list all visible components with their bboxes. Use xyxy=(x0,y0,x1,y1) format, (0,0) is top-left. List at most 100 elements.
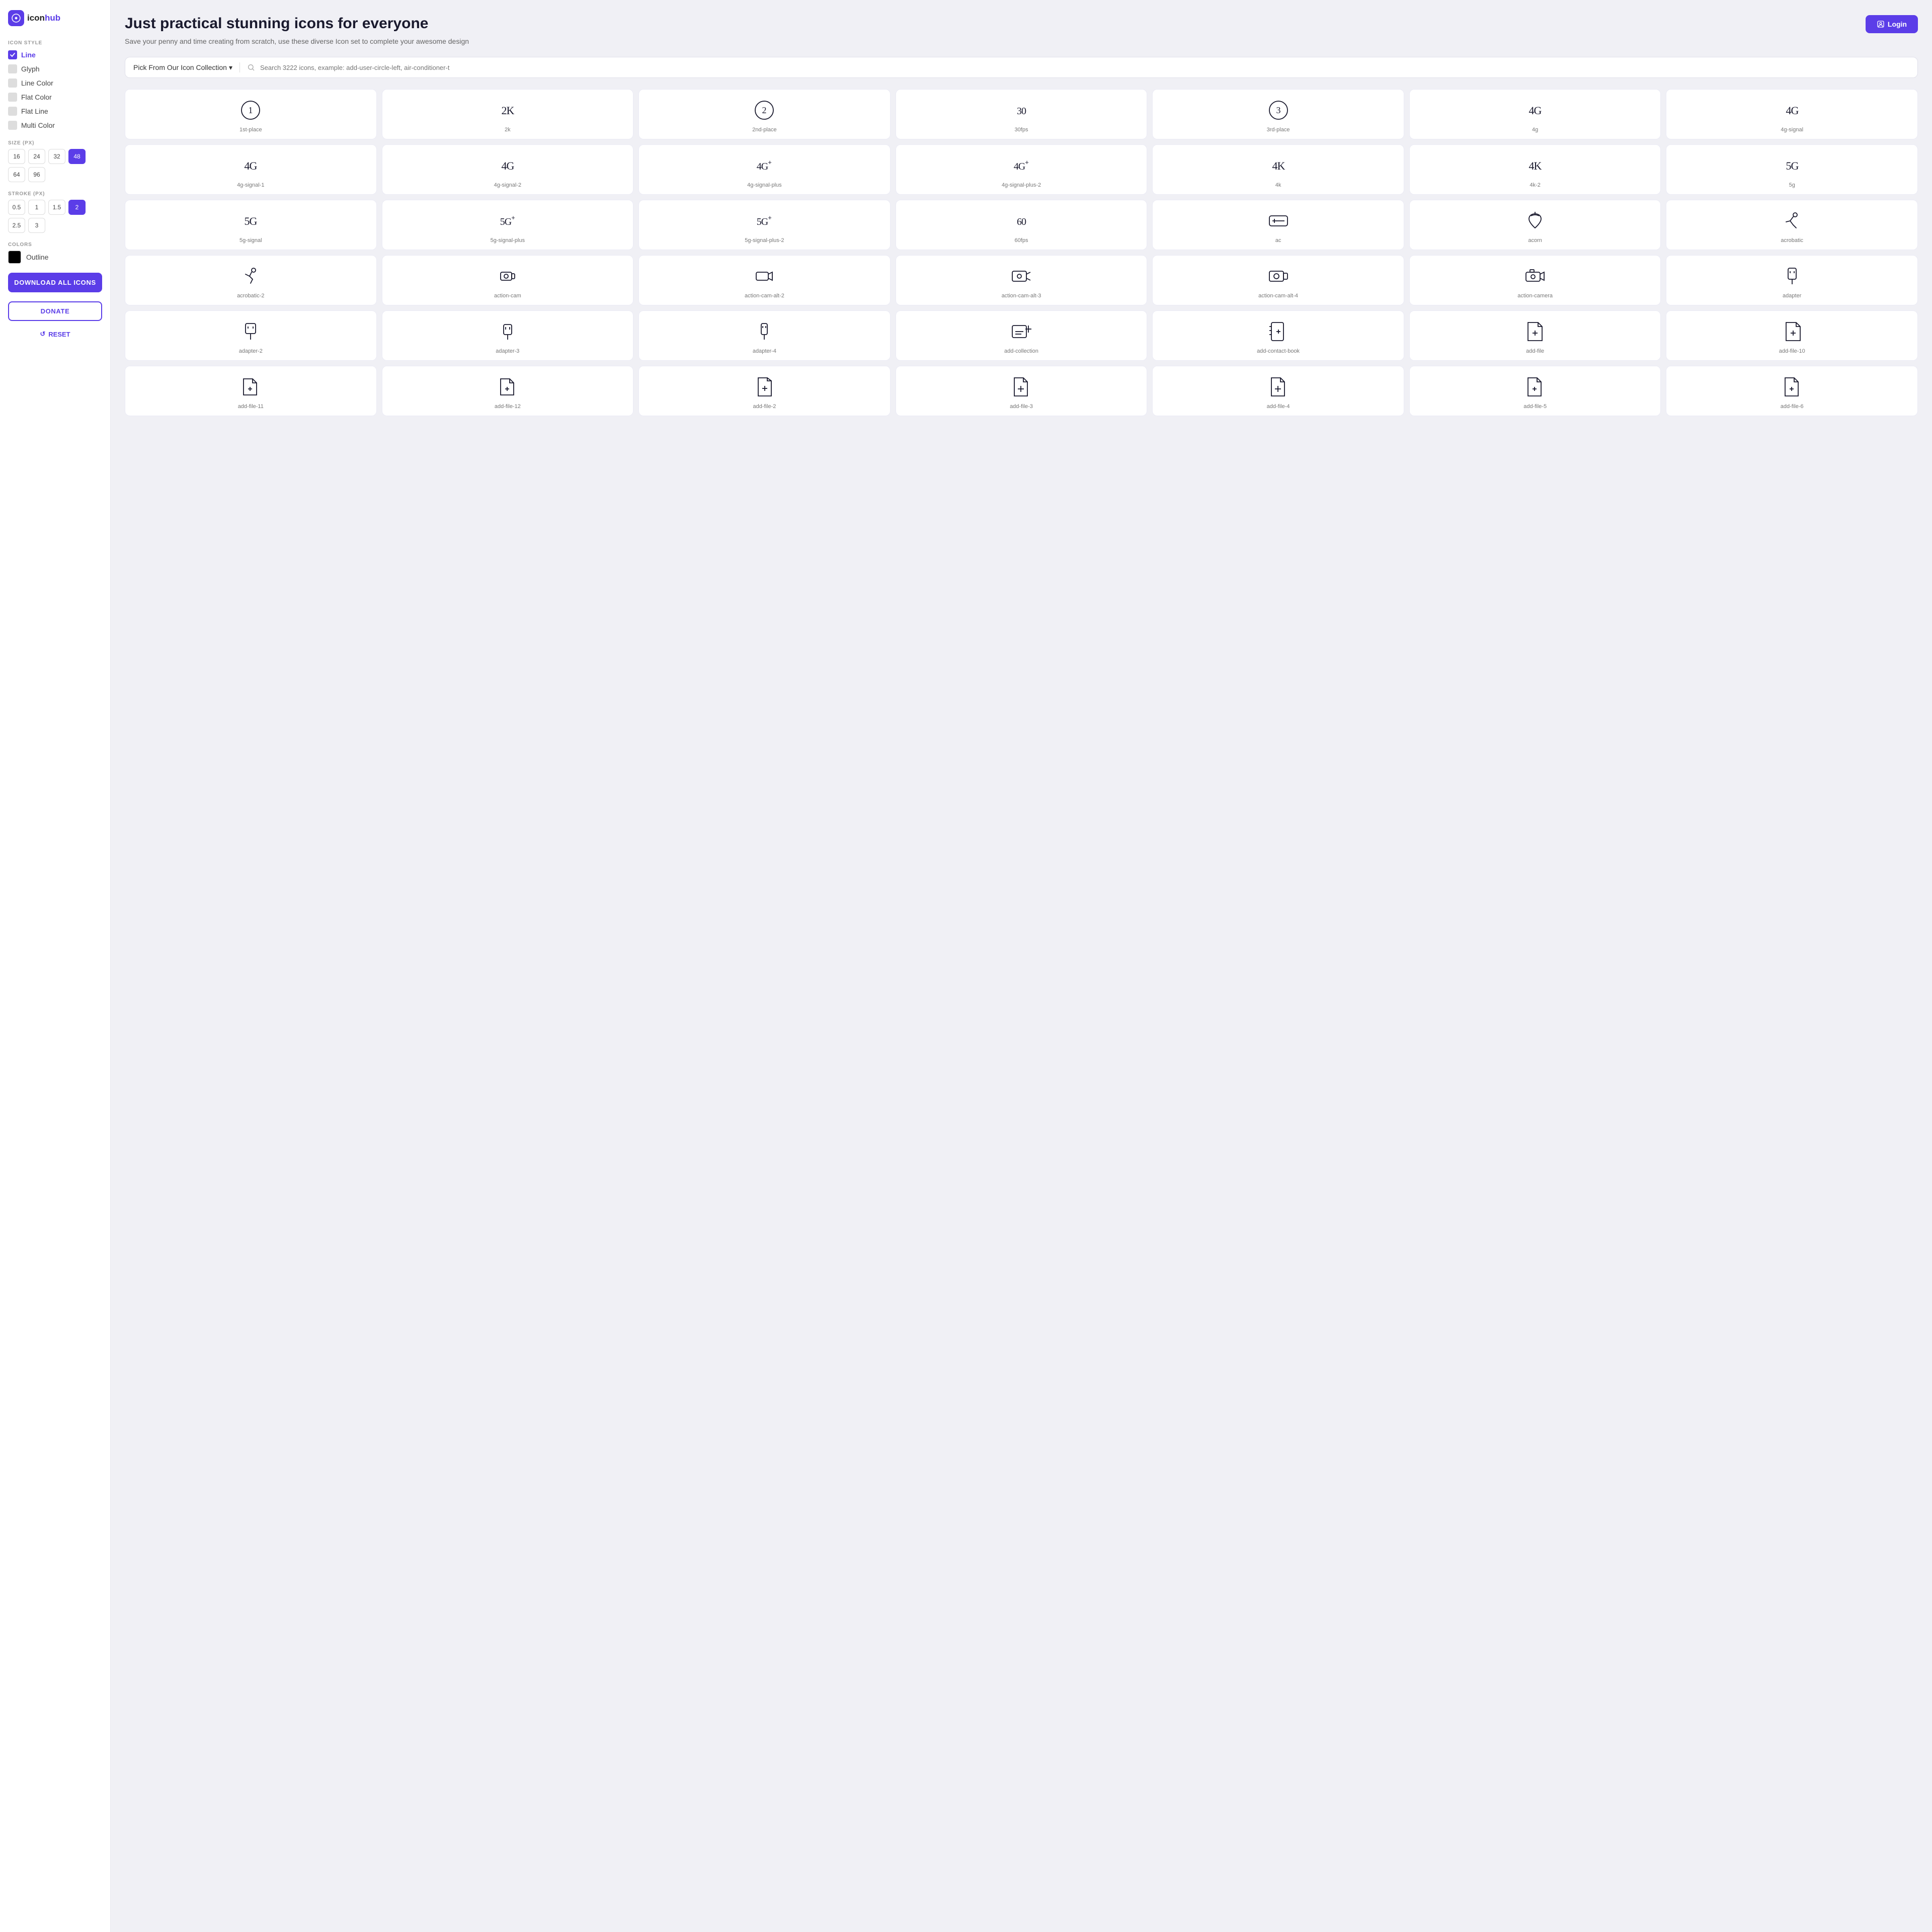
icon-card-4k[interactable]: 4K 4k xyxy=(1152,144,1404,195)
svg-text:5G: 5G xyxy=(500,216,512,227)
size-96[interactable]: 96 xyxy=(28,167,45,182)
icon-card-4g-signal[interactable]: 4G 4g-signal xyxy=(1666,89,1918,139)
login-button[interactable]: Login xyxy=(1866,15,1918,33)
icon-card-add-file-4[interactable]: add-file-4 xyxy=(1152,366,1404,416)
search-input[interactable] xyxy=(260,64,1909,71)
donate-button[interactable]: DONATE xyxy=(8,301,102,321)
style-line-color[interactable]: Line Color xyxy=(8,77,102,89)
color-swatch-outline[interactable] xyxy=(8,251,21,264)
icon-card-5g[interactable]: 5G 5g xyxy=(1666,144,1918,195)
style-flat-line-thumb xyxy=(8,107,17,116)
reset-button[interactable]: ↺ RESET xyxy=(8,330,102,338)
icon-card-5g-signal-plus-2[interactable]: 5G+ 5g-signal-plus-2 xyxy=(638,200,891,250)
style-glyph[interactable]: Glyph xyxy=(8,63,102,75)
icon-card-4g-signal-2[interactable]: 4G 4g-signal-2 xyxy=(382,144,634,195)
icon-image-add-file-10 xyxy=(1780,319,1804,344)
stroke-2.5[interactable]: 2.5 xyxy=(8,218,25,233)
icon-card-add-file-12[interactable]: add-file-12 xyxy=(382,366,634,416)
icon-card-action-camera[interactable]: action-camera xyxy=(1409,255,1661,305)
icon-card-adapter[interactable]: adapter xyxy=(1666,255,1918,305)
size-24[interactable]: 24 xyxy=(28,149,45,164)
icon-label-add-file-6: add-file-6 xyxy=(1781,403,1804,410)
icon-card-adapter-4[interactable]: adapter-4 xyxy=(638,310,891,361)
icon-image-4g-signal-plus: 4G+ xyxy=(752,153,776,178)
icon-label-add-file-4: add-file-4 xyxy=(1267,403,1290,410)
style-flat-color[interactable]: Flat Color xyxy=(8,91,102,103)
icon-card-5g-signal-plus[interactable]: 5G+ 5g-signal-plus xyxy=(382,200,634,250)
icon-card-acrobatic[interactable]: acrobatic xyxy=(1666,200,1918,250)
icon-card-action-cam[interactable]: action-cam xyxy=(382,255,634,305)
icon-card-4g[interactable]: 4G 4g xyxy=(1409,89,1661,139)
icon-card-action-cam-alt-3[interactable]: action-cam-alt-3 xyxy=(896,255,1148,305)
icon-card-3rd-place[interactable]: 3 3rd-place xyxy=(1152,89,1404,139)
icon-card-adapter-3[interactable]: adapter-3 xyxy=(382,310,634,361)
size-label: SIZE (PX) xyxy=(8,140,102,146)
icon-card-action-cam-alt-2[interactable]: action-cam-alt-2 xyxy=(638,255,891,305)
icon-card-30fps[interactable]: 30 30fps xyxy=(896,89,1148,139)
icon-image-4g-signal-1: 4G xyxy=(238,153,263,178)
stroke-section: STROKE (PX) 0.5 1 1.5 2 2.5 3 xyxy=(8,191,102,233)
icon-card-add-file-2[interactable]: add-file-2 xyxy=(638,366,891,416)
icon-card-2nd-place[interactable]: 2 2nd-place xyxy=(638,89,891,139)
stroke-0.5[interactable]: 0.5 xyxy=(8,200,25,215)
icon-card-action-cam-alt-4[interactable]: action-cam-alt-4 xyxy=(1152,255,1404,305)
icon-image-add-collection xyxy=(1009,319,1033,344)
colors-section: COLORS Outline xyxy=(8,242,102,264)
style-line-checkbox xyxy=(8,50,17,59)
style-line[interactable]: Line xyxy=(8,49,102,61)
icon-label-30fps: 30fps xyxy=(1015,126,1028,133)
icon-card-ac[interactable]: ac xyxy=(1152,200,1404,250)
icon-card-add-file-11[interactable]: add-file-11 xyxy=(125,366,377,416)
stroke-1.5[interactable]: 1.5 xyxy=(48,200,65,215)
icon-image-2nd-place: 2 xyxy=(752,98,776,122)
icon-label-2nd-place: 2nd-place xyxy=(752,126,776,133)
download-all-button[interactable]: DOWNLOAD ALL ICONS xyxy=(8,273,102,292)
icon-label-2k: 2k xyxy=(505,126,511,133)
icon-card-4g-signal-plus[interactable]: 4G+ 4g-signal-plus xyxy=(638,144,891,195)
icon-card-2k[interactable]: 2K 2k xyxy=(382,89,634,139)
icon-card-add-file-6[interactable]: add-file-6 xyxy=(1666,366,1918,416)
icon-card-add-file-10[interactable]: add-file-10 xyxy=(1666,310,1918,361)
icon-card-4g-signal-1[interactable]: 4G 4g-signal-1 xyxy=(125,144,377,195)
icon-card-add-file-3[interactable]: add-file-3 xyxy=(896,366,1148,416)
header-text: Just practical stunning icons for everyo… xyxy=(125,15,469,47)
icon-label-add-file: add-file xyxy=(1526,348,1544,355)
icon-card-60fps[interactable]: 60 60fps xyxy=(896,200,1148,250)
icon-card-4g-signal-plus-2[interactable]: 4G+ 4g-signal-plus-2 xyxy=(896,144,1148,195)
stroke-1[interactable]: 1 xyxy=(28,200,45,215)
icon-image-30fps: 30 xyxy=(1009,98,1033,122)
icon-card-add-collection[interactable]: add-collection xyxy=(896,310,1148,361)
icon-label-add-collection: add-collection xyxy=(1004,348,1038,355)
icon-card-1st-place[interactable]: 1 1st-place xyxy=(125,89,377,139)
style-multi-color[interactable]: Multi Color xyxy=(8,119,102,131)
icon-label-4g-signal-plus-2: 4g-signal-plus-2 xyxy=(1002,182,1041,189)
icon-card-acorn[interactable]: acorn xyxy=(1409,200,1661,250)
search-bar: Pick From Our Icon Collection ▾ xyxy=(125,57,1918,78)
size-64[interactable]: 64 xyxy=(8,167,25,182)
stroke-3[interactable]: 3 xyxy=(28,218,45,233)
icon-label-4g-signal-2: 4g-signal-2 xyxy=(494,182,521,189)
icon-image-4k-2: 4K xyxy=(1523,153,1547,178)
icon-label-action-cam-alt-4: action-cam-alt-4 xyxy=(1258,292,1298,299)
logo-text: iconhub xyxy=(27,13,60,23)
icon-card-acrobatic-2[interactable]: acrobatic-2 xyxy=(125,255,377,305)
size-32[interactable]: 32 xyxy=(48,149,65,164)
icon-card-add-contact-book[interactable]: add-contact-book xyxy=(1152,310,1404,361)
size-16[interactable]: 16 xyxy=(8,149,25,164)
stroke-2[interactable]: 2 xyxy=(68,200,86,215)
icon-label-action-camera: action-camera xyxy=(1517,292,1553,299)
size-48[interactable]: 48 xyxy=(68,149,86,164)
icon-card-add-file-5[interactable]: add-file-5 xyxy=(1409,366,1661,416)
size-section: SIZE (PX) 16 24 32 48 64 96 xyxy=(8,140,102,182)
svg-text:5G: 5G xyxy=(245,215,258,227)
svg-text:4G: 4G xyxy=(245,159,258,172)
icon-card-4k-2[interactable]: 4K 4k-2 xyxy=(1409,144,1661,195)
icon-image-add-file xyxy=(1523,319,1547,344)
icon-card-add-file[interactable]: add-file xyxy=(1409,310,1661,361)
svg-text:2: 2 xyxy=(762,105,767,115)
collection-dropdown[interactable]: Pick From Our Icon Collection ▾ xyxy=(133,63,232,72)
icon-card-adapter-2[interactable]: adapter-2 xyxy=(125,310,377,361)
icon-image-action-camera xyxy=(1523,264,1547,288)
icon-card-5g-signal[interactable]: 5G 5g-signal xyxy=(125,200,377,250)
style-flat-line[interactable]: Flat Line xyxy=(8,105,102,117)
